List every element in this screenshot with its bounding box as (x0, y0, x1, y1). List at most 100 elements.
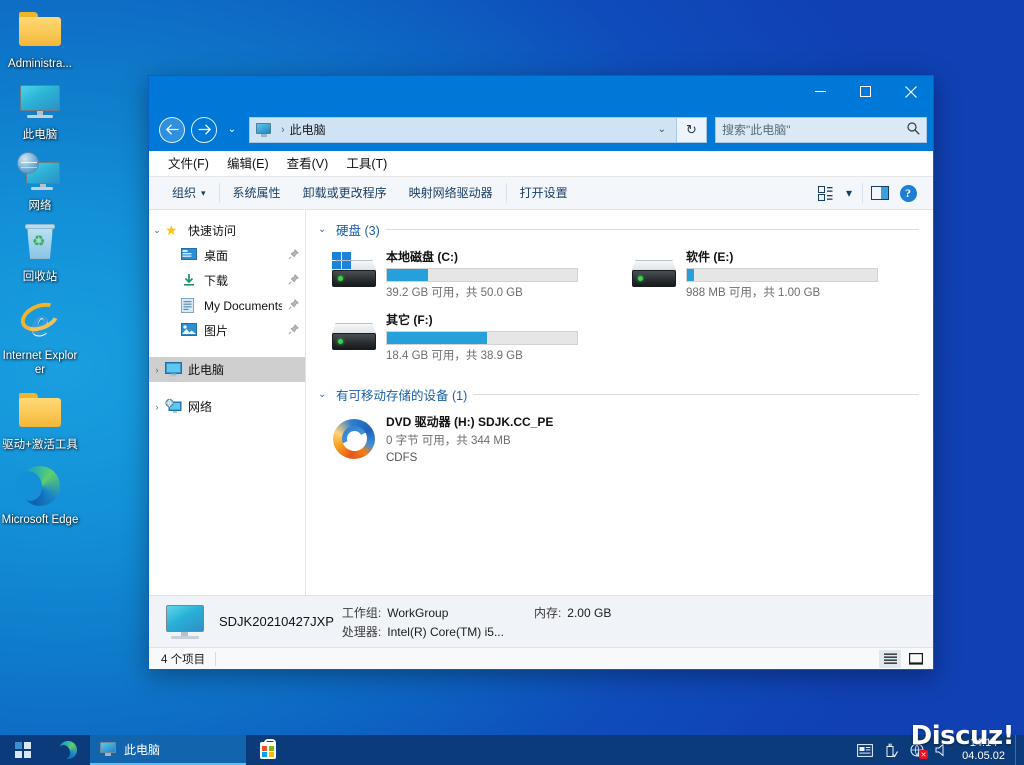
minimize-button[interactable] (798, 76, 843, 107)
menu-view[interactable]: 查看(V) (278, 151, 338, 177)
help-button[interactable]: ? (895, 180, 921, 206)
chevron-down-icon[interactable]: ⌄ (652, 124, 672, 135)
group-title: 硬盘 (3) (336, 224, 380, 238)
group-header-removable-storage[interactable]: ⌄ 有可移动存储的设备 (1) (318, 385, 919, 404)
desktop-icon-internet-explorer[interactable]: e Internet Explorer (0, 297, 80, 377)
windows-logo-icon (14, 741, 32, 759)
taskbar-edge-button[interactable] (46, 735, 90, 765)
chevron-down-icon: ▾ (201, 187, 206, 198)
view-caret-icon[interactable]: ▾ (840, 180, 858, 206)
uninstall-change-program-button[interactable]: 卸载或更改程序 (292, 177, 398, 210)
desktop[interactable]: Administra... 此电脑 网络 ♻ 回收站 e Internet Ex… (0, 0, 1024, 765)
drive-capacity-text: 0 字节 可用，共 344 MB (386, 435, 511, 447)
chevron-right-icon[interactable]: › (149, 365, 165, 375)
details-view-icon[interactable] (879, 649, 901, 668)
menu-edit[interactable]: 编辑(E) (218, 151, 278, 177)
volume-muted-icon[interactable] (930, 735, 956, 765)
navigation-bar: ⌄ › 此电脑 ⌄ ↻ 搜索"此电脑" (149, 113, 933, 151)
computer-icon (161, 602, 209, 642)
group-divider (473, 394, 919, 395)
window-titlebar[interactable] (149, 76, 933, 113)
chevron-down-icon[interactable]: ⌄ (318, 389, 330, 400)
item-count: 4 个项目 (161, 653, 206, 666)
refresh-button[interactable]: ↻ (677, 116, 707, 143)
menu-file[interactable]: 文件(F) (159, 151, 218, 177)
pin-icon[interactable] (288, 248, 299, 263)
desktop-icon-label: Administra... (8, 58, 72, 70)
desktop-icon-recycle-bin[interactable]: ♻ 回收站 (0, 219, 80, 284)
desktop-icon (181, 247, 198, 264)
taskbar-store-button[interactable] (246, 735, 290, 765)
microsoft-edge-icon (56, 741, 77, 761)
documents-icon (181, 297, 198, 314)
drive-tile-f[interactable]: 其它 (F:) 18.4 GB 可用，共 38.9 GB (330, 308, 630, 371)
chevron-down-icon[interactable]: ⌄ (149, 225, 165, 236)
group-header-hard-disks[interactable]: ⌄ 硬盘 (3) (318, 220, 919, 239)
preview-pane-icon[interactable] (867, 180, 893, 206)
organize-button[interactable]: 组织 ▾ (161, 177, 217, 210)
computer-name: SDJK20210427JXP (219, 614, 334, 629)
hard-drive-windows-icon (330, 252, 378, 294)
start-button[interactable] (0, 735, 46, 765)
nav-item-label: 此电脑 (188, 363, 225, 377)
computer-icon (256, 122, 272, 137)
maximize-button[interactable] (843, 76, 888, 107)
pin-icon[interactable] (288, 298, 299, 313)
nav-item-network[interactable]: › 网络 (149, 394, 305, 419)
nav-item-desktop[interactable]: 桌面 (149, 243, 305, 268)
drive-tile-e[interactable]: 软件 (E:) 988 MB 可用，共 1.00 GB (630, 245, 930, 308)
file-list-pane[interactable]: ⌄ 硬盘 (3) 本地磁盘 (C:) 39.2 GB 可用，共 50.0 GB … (306, 210, 933, 595)
details-row-memory: 内存: 2.00 GB (534, 604, 611, 621)
search-box[interactable]: 搜索"此电脑" (715, 116, 927, 143)
large-icons-view-icon[interactable] (905, 650, 927, 668)
nav-item-quick-access[interactable]: ⌄ ★ 快速访问 (149, 218, 305, 243)
back-button[interactable] (159, 116, 185, 143)
nav-item-pictures[interactable]: 图片 (149, 318, 305, 343)
desktop-icon-label: Internet Explorer (2, 350, 78, 376)
desktop-icon-microsoft-edge[interactable]: Microsoft Edge (0, 462, 80, 527)
folder-icon (16, 387, 64, 435)
forward-button[interactable] (191, 116, 217, 143)
navigation-pane[interactable]: ⌄ ★ 快速访问 桌面 下载 My Documents 图片 › 此电脑 › 网… (149, 210, 306, 595)
change-view-icon[interactable] (812, 180, 838, 206)
nav-item-label: 桌面 (204, 249, 229, 263)
close-button[interactable] (888, 76, 933, 107)
nav-item-my-documents[interactable]: My Documents (149, 293, 305, 318)
usb-eject-icon[interactable] (878, 735, 904, 765)
news-and-interests-icon[interactable] (852, 735, 878, 765)
taskbar-item-this-pc[interactable]: 此电脑 (90, 735, 246, 765)
recent-locations-caret-icon[interactable]: ⌄ (223, 117, 241, 143)
map-network-drive-button[interactable]: 映射网络驱动器 (398, 177, 504, 210)
clock[interactable]: 14:14 04.05.02 (956, 735, 1015, 765)
open-settings-button[interactable]: 打开设置 (509, 177, 579, 210)
window-body: ⌄ ★ 快速访问 桌面 下载 My Documents 图片 › 此电脑 › 网… (149, 210, 933, 595)
search-input-placeholder[interactable]: 搜索"此电脑" (722, 121, 907, 138)
breadcrumb[interactable]: 此电脑 (290, 121, 326, 138)
desktop-icon-network[interactable]: 网络 (0, 148, 80, 213)
drive-usage-bar (686, 268, 878, 282)
taskbar[interactable]: 此电脑 ✕ 14:14 04.05.02 (0, 735, 1024, 765)
pin-icon[interactable] (288, 323, 299, 338)
system-properties-button[interactable]: 系统属性 (222, 177, 292, 210)
address-bar[interactable]: › 此电脑 ⌄ (249, 116, 677, 143)
details-key: 处理器: (341, 624, 382, 639)
chevron-down-icon[interactable]: ⌄ (318, 224, 330, 235)
nav-item-this-pc[interactable]: › 此电脑 (149, 357, 305, 382)
hard-drive-icon (630, 252, 678, 294)
command-toolbar: 组织 ▾ 系统属性 卸载或更改程序 映射网络驱动器 打开设置 ▾ ? (149, 177, 933, 210)
menu-tools[interactable]: 工具(T) (337, 151, 396, 177)
drive-tile-h[interactable]: DVD 驱动器 (H:) SDJK.CC_PE 0 字节 可用，共 344 MB… (330, 410, 630, 472)
pin-icon[interactable] (288, 273, 299, 288)
desktop-icon-driver-activation-tools[interactable]: 驱动+激活工具 (0, 387, 80, 452)
desktop-icon-administrator[interactable]: Administra... (0, 6, 80, 71)
show-desktop-button[interactable] (1015, 735, 1022, 765)
chevron-right-icon[interactable]: › (149, 402, 165, 412)
nav-item-downloads[interactable]: 下载 (149, 268, 305, 293)
desktop-icon-this-pc[interactable]: 此电脑 (0, 77, 80, 142)
drive-info: DVD 驱动器 (H:) SDJK.CC_PE 0 字节 可用，共 344 MB… (386, 413, 553, 464)
desktop-icon-label: 驱动+激活工具 (2, 439, 78, 451)
hard-disk-tiles: 本地磁盘 (C:) 39.2 GB 可用，共 50.0 GB 软件 (E:) 9… (318, 245, 933, 371)
drive-tile-c[interactable]: 本地磁盘 (C:) 39.2 GB 可用，共 50.0 GB (330, 245, 630, 308)
file-explorer-window[interactable]: ⌄ › 此电脑 ⌄ ↻ 搜索"此电脑" 文件(F) 编辑(E) 查看(V) 工具… (148, 75, 934, 670)
folder-icon (16, 6, 64, 54)
